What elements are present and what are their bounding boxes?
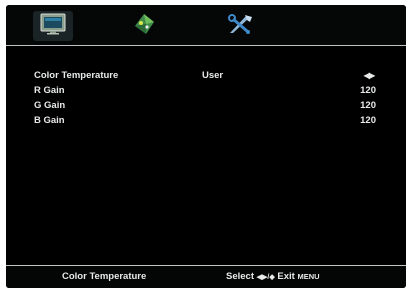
tab-bar <box>6 5 406 45</box>
monitor-icon <box>40 13 66 40</box>
osd-menu-window: Color Temperature User ◀▶ R Gain 120 G G… <box>6 5 406 288</box>
b-gain-label: B Gain <box>34 115 65 126</box>
b-gain-row[interactable]: B Gain 120 <box>34 115 376 127</box>
b-gain-value: 120 <box>360 115 376 126</box>
select-label: Select <box>226 271 254 282</box>
g-gain-row[interactable]: G Gain 120 <box>34 100 376 112</box>
navigation-arrows-icon: ◀▶/◆ <box>256 274 275 281</box>
exit-label: Exit <box>277 271 295 282</box>
g-gain-value: 120 <box>360 100 376 111</box>
color-temperature-label: Color Temperature <box>34 70 119 81</box>
tab-display[interactable] <box>33 11 73 41</box>
menu-key-label: MENU <box>297 272 320 281</box>
r-gain-value: 120 <box>360 85 376 96</box>
footer-hint: Select ◀▶/◆ Exit MENU <box>226 271 320 282</box>
color-temperature-row[interactable]: Color Temperature User ◀▶ <box>34 70 376 82</box>
r-gain-label: R Gain <box>34 85 65 96</box>
footer-title: Color Temperature <box>62 271 147 282</box>
r-gain-row[interactable]: R Gain 120 <box>34 85 376 97</box>
footer-bar: Color Temperature Select ◀▶/◆ Exit MENU <box>6 266 406 288</box>
menu-panel: Color Temperature User ◀▶ R Gain 120 G G… <box>6 46 406 265</box>
palette-icon <box>132 13 156 40</box>
color-temperature-value: User <box>202 70 224 81</box>
tab-setup[interactable] <box>221 11 261 41</box>
tools-icon <box>227 13 255 40</box>
tab-image[interactable] <box>124 11 164 41</box>
left-right-arrows-icon[interactable]: ◀▶ <box>364 70 375 82</box>
g-gain-label: G Gain <box>34 100 66 111</box>
